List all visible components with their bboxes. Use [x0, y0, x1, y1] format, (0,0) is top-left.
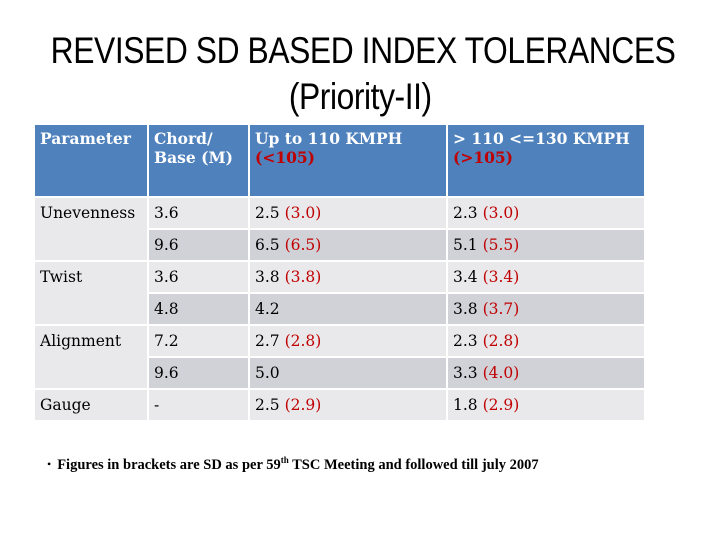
cell-chord: 3.6 — [149, 262, 248, 292]
cell-gt110: 3.3 (4.0) — [448, 358, 644, 388]
cell-gt110: 3.4 (3.4) — [448, 262, 644, 292]
cell-chord: 9.6 — [149, 358, 248, 388]
cell-up110: 3.8 (3.8) — [250, 262, 446, 292]
cell-up110: 6.5 (6.5) — [250, 230, 446, 260]
cell-up110: 5.0 — [250, 358, 446, 388]
footnote-text-2: TSC Meeting and followed till july 2007 — [288, 457, 539, 473]
bullet-icon: • — [47, 457, 52, 471]
footnote: • Figures in brackets are SD as per 59th … — [47, 455, 539, 474]
header-110-to-130-sub: (>105) — [453, 148, 514, 167]
cell-gt110: 2.3 (3.0) — [448, 198, 644, 228]
cell-parameter: Unevenness — [35, 198, 147, 260]
cell-chord: - — [149, 390, 248, 420]
cell-parameter: Twist — [35, 262, 147, 324]
cell-chord: 3.6 — [149, 198, 248, 228]
footnote-text-1: Figures in brackets are SD as per 59 — [57, 457, 281, 473]
cell-chord: 4.8 — [149, 294, 248, 324]
header-up-to-110: Up to 110 KMPH (<105) — [250, 125, 446, 196]
cell-chord: 7.2 — [149, 326, 248, 356]
cell-gt110: 5.1 (5.5) — [448, 230, 644, 260]
table-row: Twist 3.6 3.8 (3.8) 3.4 (3.4) — [35, 262, 644, 324]
title-line-1: REVISED SD BASED INDEX TOLERANCES — [50, 30, 676, 71]
table-row: Alignment 7.2 2.7 (2.8) 2.3 (2.8) — [35, 326, 644, 388]
cell-chord: 9.6 — [149, 230, 248, 260]
tolerance-table: Parameter Chord/ Base (M) Up to 110 KMPH… — [33, 123, 646, 422]
slide-title: REVISED SD BASED INDEX TOLERANCES (Prior… — [50, 28, 676, 120]
header-up-to-110-sub: (<105) — [255, 148, 316, 167]
cell-up110: 2.7 (2.8) — [250, 326, 446, 356]
title-line-2: (Priority-II) — [288, 76, 432, 117]
table-row: Gauge - 2.5 (2.9) 1.8 (2.9) — [35, 390, 644, 420]
header-parameter: Parameter — [35, 125, 147, 196]
cell-gt110: 1.8 (2.9) — [448, 390, 644, 420]
table-row: Unevenness 3.6 2.5 (3.0) 2.3 (3.0) — [35, 198, 644, 260]
cell-up110: 4.2 — [250, 294, 446, 324]
cell-up110: 2.5 (3.0) — [250, 198, 446, 228]
cell-parameter: Alignment — [35, 326, 147, 388]
header-110-to-130: > 110 <=130 KMPH (>105) — [448, 125, 644, 196]
cell-gt110: 2.3 (2.8) — [448, 326, 644, 356]
table-header-row: Parameter Chord/ Base (M) Up to 110 KMPH… — [35, 125, 644, 196]
footnote-superscript: th — [280, 455, 289, 465]
cell-parameter: Gauge — [35, 390, 147, 420]
header-chord-base: Chord/ Base (M) — [149, 125, 248, 196]
cell-up110: 2.5 (2.9) — [250, 390, 446, 420]
cell-gt110: 3.8 (3.7) — [448, 294, 644, 324]
